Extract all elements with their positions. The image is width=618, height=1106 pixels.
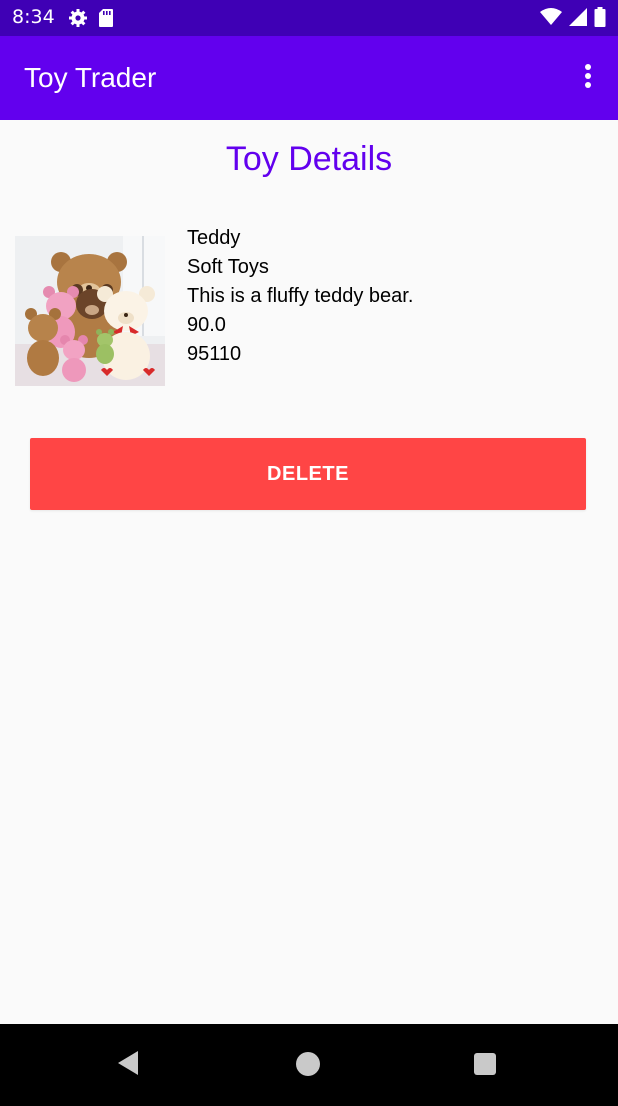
- toy-category: Soft Toys: [187, 256, 269, 278]
- delete-button[interactable]: DELETE: [30, 438, 586, 510]
- more-vert-icon[interactable]: [576, 64, 600, 92]
- status-right-icons: [540, 7, 606, 31]
- status-bar: 8:34: [0, 0, 618, 36]
- app-title: Toy Trader: [24, 62, 157, 93]
- toy-price: 90.0: [187, 314, 226, 336]
- toy-image: [15, 236, 165, 386]
- recents-icon[interactable]: [474, 1053, 496, 1075]
- status-time: 8:34: [12, 6, 55, 28]
- signal-icon: [568, 7, 588, 31]
- page-title: Toy Details: [225, 140, 393, 178]
- status-left-icons: [68, 8, 114, 32]
- app-bar: Toy Trader: [0, 36, 618, 120]
- sd-card-icon: [98, 8, 114, 32]
- home-icon[interactable]: [296, 1052, 320, 1076]
- toy-description: This is a fluffy teddy bear.: [187, 285, 414, 307]
- wifi-icon: [540, 8, 562, 30]
- toy-name: Teddy: [187, 227, 241, 249]
- toy-details-content: Toy Details Teddy Soft Toys This is a fl…: [0, 120, 618, 1024]
- toy-zip: 95110: [187, 343, 242, 365]
- settings-icon: [68, 8, 88, 32]
- battery-icon: [594, 7, 606, 31]
- back-icon[interactable]: [116, 1050, 140, 1080]
- toy-info: Teddy Soft Toys This is a fluffy teddy b…: [187, 224, 413, 369]
- nav-bar: [0, 1024, 618, 1106]
